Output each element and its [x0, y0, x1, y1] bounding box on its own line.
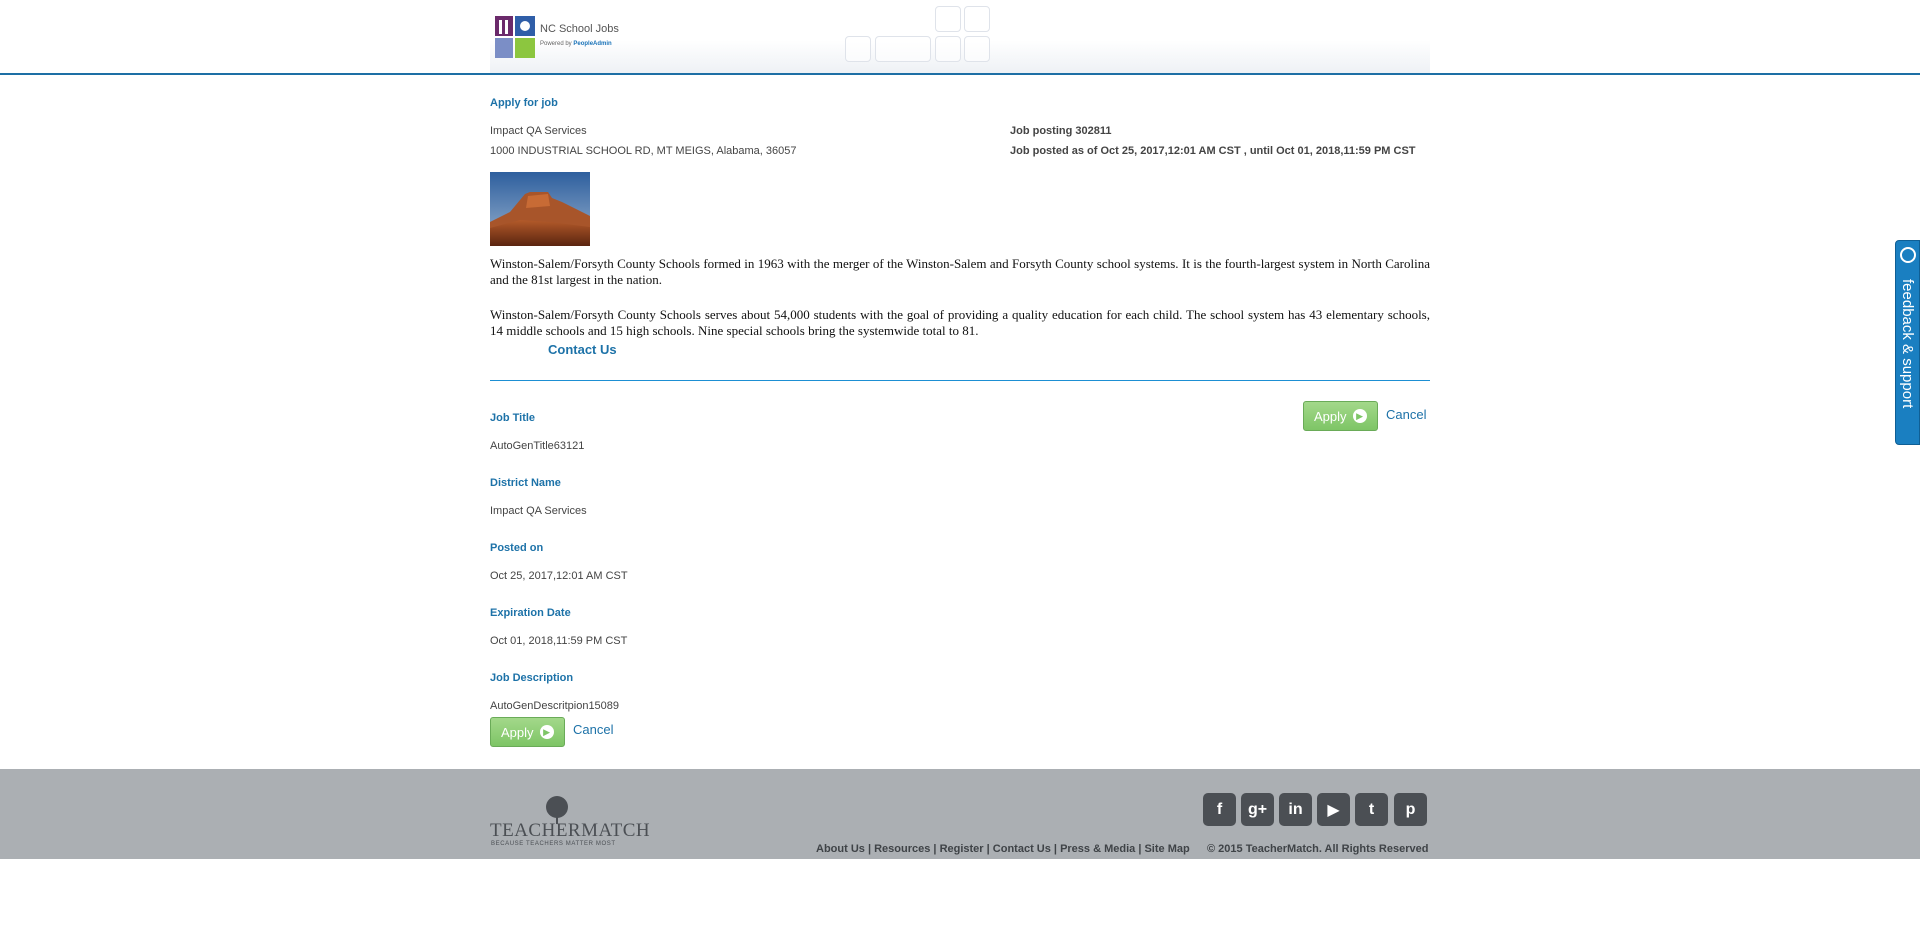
footer-link-register[interactable]: Register	[940, 843, 984, 855]
footer-links: About Us | Resources | Register | Contac…	[816, 843, 1190, 855]
section-title: Apply for job	[490, 97, 558, 109]
field-label-job-description: Job Description	[490, 672, 574, 684]
field-value-job-description: AutoGenDescritpion15089	[490, 700, 620, 712]
footer-copyright: © 2015 TeacherMatch. All Rights Reserved	[1207, 843, 1429, 855]
footer-link-press[interactable]: Press & Media	[1060, 843, 1135, 855]
header-decoration	[845, 36, 871, 62]
footer-link-about[interactable]: About Us	[816, 843, 865, 855]
arrow-right-icon: ▶	[539, 725, 554, 739]
footer-link-sitemap[interactable]: Site Map	[1144, 843, 1189, 855]
facebook-icon[interactable]: f	[1203, 793, 1236, 826]
logo-mark-icon	[495, 16, 535, 58]
field-value-posted-on: Oct 25, 2017,12:01 AM CST	[490, 570, 628, 582]
twitter-icon[interactable]: t	[1355, 793, 1388, 826]
contact-us-link[interactable]: Contact Us	[548, 342, 617, 357]
header-decoration	[875, 36, 931, 62]
description-paragraph-2: Winston-Salem/Forsyth County Schools ser…	[490, 307, 1430, 338]
field-label-expiration-date: Expiration Date	[490, 607, 571, 619]
feedback-support-tab[interactable]: feedback & support	[1895, 240, 1920, 445]
field-value-job-title: AutoGenTitle63121	[490, 440, 585, 452]
teachermatch-tagline: BECAUSE TEACHERS MATTER MOST	[491, 841, 616, 847]
megaphone-icon	[1900, 247, 1916, 263]
apply-button-label: Apply	[1314, 408, 1347, 424]
footer-link-contact[interactable]: Contact Us	[993, 843, 1051, 855]
feedback-support-label: feedback & support	[1899, 279, 1916, 409]
section-divider	[490, 380, 1430, 381]
pinterest-icon[interactable]: p	[1394, 793, 1427, 826]
cancel-link-top[interactable]: Cancel	[1386, 407, 1426, 422]
cancel-link-bottom[interactable]: Cancel	[573, 722, 613, 737]
field-value-expiration-date: Oct 01, 2018,11:59 PM CST	[490, 635, 628, 647]
field-label-job-title: Job Title	[490, 412, 536, 424]
district-address: 1000 INDUSTRIAL SCHOOL RD, MT MEIGS, Ala…	[490, 145, 797, 157]
logo-powered-by: Powered by PeopleAdmin	[540, 41, 612, 47]
nc-school-jobs-logo[interactable]: NC School Jobs Powered by PeopleAdmin	[495, 14, 625, 62]
description-paragraph-1: Winston-Salem/Forsyth County Schools for…	[490, 256, 1430, 287]
apply-button-bottom[interactable]: Apply ▶	[490, 717, 565, 747]
footer-link-resources[interactable]: Resources	[874, 843, 930, 855]
peopleadmin-brand: PeopleAdmin	[573, 41, 612, 47]
powered-by-text: Powered by	[540, 41, 572, 47]
district-photo	[490, 172, 590, 246]
header-decoration	[935, 6, 961, 32]
field-value-district-name: Impact QA Services	[490, 505, 587, 517]
logo-title: NC School Jobs	[540, 23, 619, 35]
apply-button-top[interactable]: Apply ▶	[1303, 401, 1378, 431]
posting-dates: Job posted as of Oct 25, 2017,12:01 AM C…	[1010, 145, 1416, 157]
header-decoration	[935, 36, 961, 62]
header-banner: NC School Jobs Powered by PeopleAdmin	[490, 0, 1430, 73]
youtube-icon[interactable]: ▶	[1317, 793, 1350, 826]
field-label-district-name: District Name	[490, 477, 561, 489]
header-decoration	[964, 6, 990, 32]
google-plus-icon[interactable]: g+	[1241, 793, 1274, 826]
arrow-right-icon: ▶	[1352, 409, 1367, 423]
linkedin-icon[interactable]: in	[1279, 793, 1312, 826]
header-decoration	[964, 36, 990, 62]
teachermatch-brand: TEACHERMATCH	[490, 820, 651, 841]
apply-button-label: Apply	[501, 724, 534, 740]
field-label-posted-on: Posted on	[490, 542, 544, 554]
posting-id: Job posting 302811	[1010, 125, 1112, 137]
district-name: Impact QA Services	[490, 125, 587, 137]
site-footer: TEACHERMATCH BECAUSE TEACHERS MATTER MOS…	[0, 769, 1920, 859]
teachermatch-logo[interactable]: TEACHERMATCH BECAUSE TEACHERS MATTER MOS…	[490, 796, 650, 847]
site-header: NC School Jobs Powered by PeopleAdmin	[0, 0, 1920, 75]
